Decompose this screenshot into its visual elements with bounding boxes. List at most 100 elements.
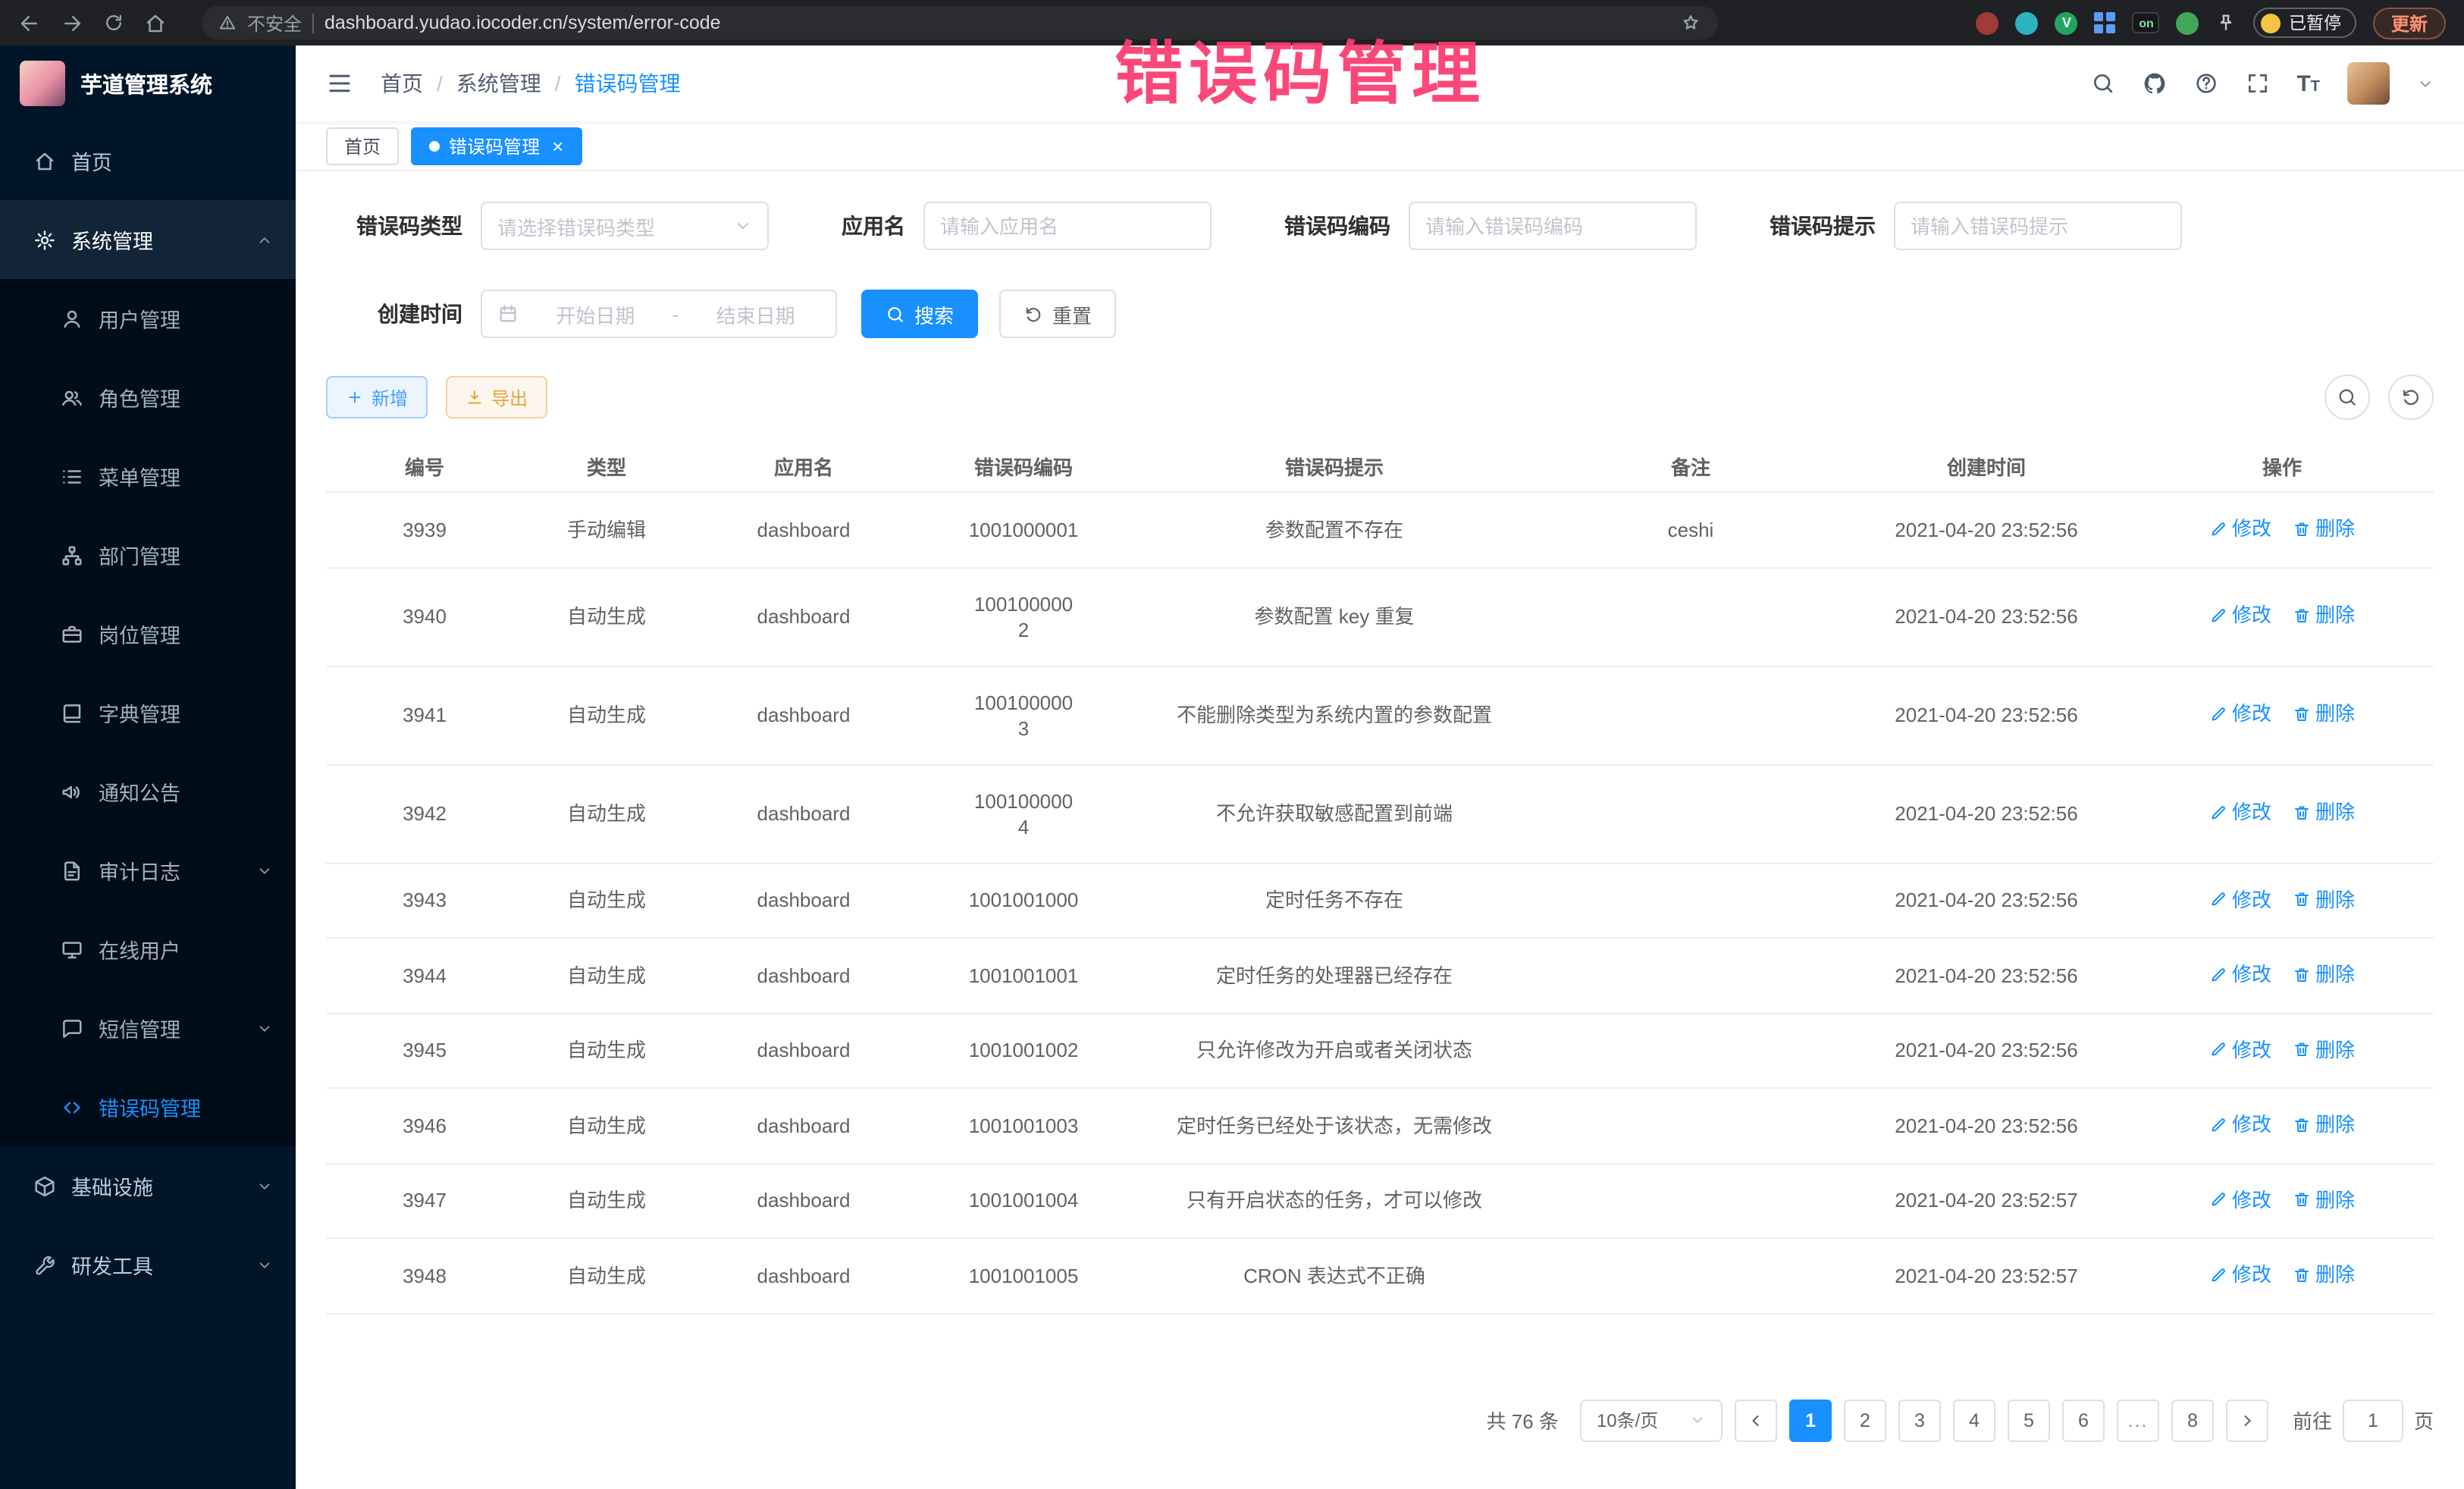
delete-link[interactable]: 删除 (2293, 1262, 2355, 1287)
cell-app: dashboard (690, 778, 917, 849)
fullscreen-icon[interactable] (2245, 71, 2269, 96)
update-button[interactable]: 更新 (2373, 7, 2446, 39)
page-button-5[interactable]: 5 (2008, 1399, 2050, 1441)
delete-link[interactable]: 删除 (2293, 1036, 2355, 1062)
logo[interactable]: 芋道管理系统 (0, 45, 296, 121)
sidebar-item-online-user[interactable]: 在线用户 (0, 910, 296, 989)
page-button-8[interactable]: 8 (2171, 1399, 2214, 1441)
sidebar-item-dict[interactable]: 字典管理 (0, 673, 296, 752)
tab-error-code[interactable]: 错误码管理 × (411, 127, 582, 165)
sidebar-item-user[interactable]: 用户管理 (0, 279, 296, 358)
breadcrumb-item-system[interactable]: 系统管理 (456, 68, 541, 99)
edit-link[interactable]: 修改 (2209, 603, 2271, 629)
page-button-1[interactable]: 1 (1789, 1399, 1832, 1441)
delete-link[interactable]: 删除 (2293, 1111, 2355, 1137)
error-code-input[interactable] (1425, 215, 1680, 237)
extension-icon-v[interactable]: V (2055, 11, 2078, 34)
cell-ops: 修改删除 (2130, 1239, 2434, 1312)
page-button-4[interactable]: 4 (1953, 1399, 1995, 1441)
edit-link[interactable]: 修改 (2209, 961, 2271, 987)
next-page-button[interactable] (2226, 1399, 2268, 1441)
delete-link[interactable]: 删除 (2293, 886, 2355, 912)
page-button-2[interactable]: 2 (1844, 1399, 1886, 1441)
delete-link[interactable]: 删除 (2293, 701, 2355, 727)
cell-memo (1539, 878, 1842, 923)
delete-link[interactable]: 删除 (2293, 961, 2355, 987)
extensions-pin-icon[interactable] (2216, 12, 2237, 33)
export-button[interactable]: 导出 (446, 376, 547, 418)
font-size-icon[interactable]: TT (2296, 72, 2320, 95)
header-actions: TT (2090, 62, 2434, 105)
pagination-total: 共 76 条 (1487, 1406, 1559, 1434)
paused-badge[interactable]: 已暂停 (2254, 8, 2356, 38)
sidebar-item-post[interactable]: 岗位管理 (0, 594, 296, 673)
dept-icon (61, 544, 83, 566)
header-search-icon[interactable] (2090, 71, 2114, 96)
app-name-input[interactable] (940, 215, 1195, 237)
pagination-more-button[interactable]: ... (2117, 1399, 2159, 1441)
bookmark-star-icon[interactable] (1680, 12, 1701, 33)
sidebar-item-sms[interactable]: 短信管理 (0, 989, 296, 1067)
tool-icon (33, 1253, 56, 1276)
show-search-toggle-button[interactable] (2324, 375, 2370, 420)
github-icon[interactable] (2142, 71, 2166, 96)
delete-link[interactable]: 删除 (2293, 603, 2355, 629)
sidebar-item-infra[interactable]: 基础设施 (0, 1146, 296, 1225)
prev-page-button[interactable] (1735, 1399, 1777, 1441)
browser-forward-icon[interactable] (61, 11, 83, 34)
extension-icon-teal[interactable] (2016, 11, 2039, 34)
add-button[interactable]: 新增 (326, 376, 428, 418)
reset-button[interactable]: 重置 (999, 290, 1116, 338)
collapse-sidebar-button[interactable] (326, 70, 353, 97)
extension-icon-paw[interactable] (2177, 11, 2199, 34)
url-text: dashboard.yudao.iocoder.cn/system/error-… (324, 12, 721, 33)
address-bar[interactable]: 不安全 dashboard.yudao.iocoder.cn/system/er… (202, 6, 1718, 39)
sidebar-item-devtool[interactable]: 研发工具 (0, 1225, 296, 1304)
tab-home[interactable]: 首页 (326, 127, 399, 165)
sidebar-item-notice[interactable]: 通知公告 (0, 752, 296, 831)
browser-back-icon[interactable] (18, 11, 41, 34)
cell-message: 只有开启状态的任务，才可以修改 (1130, 1165, 1539, 1237)
sidebar-item-dept[interactable]: 部门管理 (0, 516, 296, 594)
not-secure-warning-icon[interactable] (218, 14, 237, 32)
browser-reload-icon[interactable] (103, 12, 124, 33)
extension-icon-red[interactable] (1977, 11, 1999, 34)
extension-icon-grid[interactable] (2095, 12, 2116, 33)
edit-link[interactable]: 修改 (2209, 701, 2271, 727)
cell-code: 1001000004 (917, 765, 1130, 862)
sidebar-item-audit-log[interactable]: 审计日志 (0, 831, 296, 910)
page-button-6[interactable]: 6 (2062, 1399, 2105, 1441)
edit-link[interactable]: 修改 (2209, 1036, 2271, 1062)
close-tab-icon[interactable]: × (552, 136, 563, 155)
browser-home-icon[interactable] (144, 11, 167, 34)
edit-link[interactable]: 修改 (2209, 1111, 2271, 1137)
sidebar-item-error-code[interactable]: 错误码管理 (0, 1067, 296, 1146)
sidebar-item-system[interactable]: 系统管理 (0, 200, 296, 279)
page-size-select[interactable]: 10条/页 (1580, 1399, 1723, 1441)
refresh-table-button[interactable] (2388, 375, 2434, 420)
edit-link[interactable]: 修改 (2209, 1262, 2271, 1287)
sidebar-item-home[interactable]: 首页 (0, 121, 296, 200)
error-type-select[interactable]: 请选择错误码类型 (481, 202, 769, 250)
sidebar-item-role[interactable]: 角色管理 (0, 358, 296, 437)
edit-link[interactable]: 修改 (2209, 800, 2271, 826)
avatar-caret-down-icon[interactable] (2417, 75, 2434, 92)
cell-memo (1539, 692, 1842, 738)
delete-icon (2293, 519, 2311, 538)
edit-link[interactable]: 修改 (2209, 886, 2271, 912)
page-button-3[interactable]: 3 (1898, 1399, 1941, 1441)
delete-link[interactable]: 删除 (2293, 1186, 2355, 1212)
search-button[interactable]: 搜索 (861, 290, 978, 338)
edit-link[interactable]: 修改 (2209, 1186, 2271, 1212)
delete-link[interactable]: 删除 (2293, 516, 2355, 541)
sidebar-item-menu[interactable]: 菜单管理 (0, 437, 296, 516)
breadcrumb-item-home[interactable]: 首页 (381, 68, 423, 99)
help-icon[interactable] (2193, 71, 2218, 96)
error-hint-input[interactable] (1911, 215, 2165, 237)
date-range-picker[interactable]: 开始日期 - 结束日期 (481, 290, 837, 338)
user-avatar[interactable] (2347, 62, 2390, 105)
edit-link[interactable]: 修改 (2209, 516, 2271, 541)
goto-page-input[interactable] (2343, 1399, 2403, 1441)
extension-icon-on[interactable]: on (2133, 12, 2160, 33)
delete-link[interactable]: 删除 (2293, 800, 2355, 826)
